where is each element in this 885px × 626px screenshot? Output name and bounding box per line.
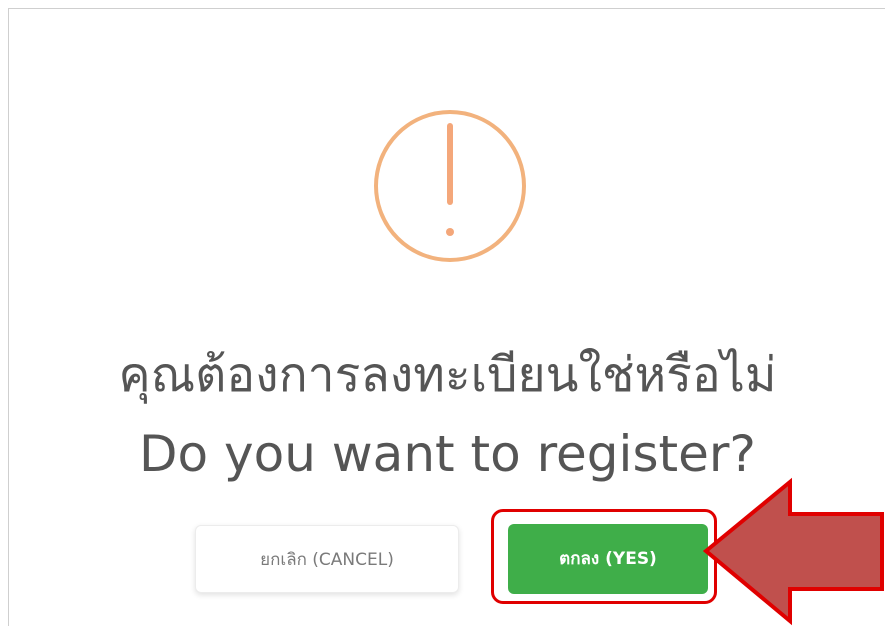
pointer-arrow-icon <box>703 477 884 626</box>
dialog-title-thai: คุณต้องการลงทะเบียนใช่หรือไม่ <box>118 347 777 403</box>
exclamation-circle-icon <box>374 110 526 262</box>
highlight-frame <box>491 509 717 604</box>
cancel-button[interactable]: ยกเลิก (CANCEL) <box>195 525 459 593</box>
dialog-title-english: Do you want to register? <box>139 425 756 483</box>
